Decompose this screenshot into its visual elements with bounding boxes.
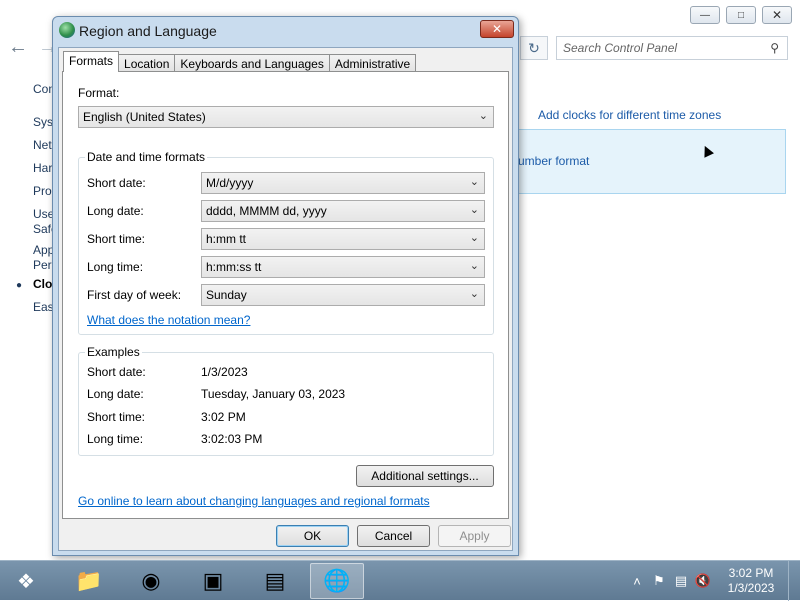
sidebar-item-hardware[interactable]: Har xyxy=(33,161,52,175)
short-date-label: Short date: xyxy=(87,176,146,190)
sticky-notes-icon[interactable]: ▣ xyxy=(186,563,240,599)
notation-help-link[interactable]: What does the notation mean? xyxy=(87,313,250,327)
active-bullet-icon: ● xyxy=(16,280,23,291)
chevron-down-icon: ⌄ xyxy=(469,260,479,272)
window-controls: — □ ✕ xyxy=(690,6,792,24)
first-day-label: First day of week: xyxy=(87,288,182,302)
dialog-body: Formats Location Keyboards and Languages… xyxy=(58,47,513,551)
search-input[interactable]: Search Control Panel ⚲ xyxy=(556,36,788,60)
online-learn-link[interactable]: Go online to learn about changing langua… xyxy=(78,494,430,508)
example-short-date-value: 1/3/2023 xyxy=(201,365,248,379)
example-long-time-label: Long time: xyxy=(87,432,144,446)
format-value: English (United States) xyxy=(83,110,206,124)
format-dropdown[interactable]: English (United States) ⌄ xyxy=(78,106,494,128)
show-hidden-icons-icon[interactable]: ˄ xyxy=(626,574,648,589)
examples-group: Examples Short date: 1/3/2023 Long date:… xyxy=(78,345,494,456)
region-language-icon[interactable]: 🌐 xyxy=(310,563,364,599)
first-day-value: Sunday xyxy=(206,288,247,302)
start-button[interactable]: ❖ xyxy=(6,565,46,597)
chevron-down-icon: ⌄ xyxy=(469,288,479,300)
ok-button[interactable]: OK xyxy=(276,525,349,547)
region-language-dialog: Region and Language ✕ Formats Location K… xyxy=(52,16,519,556)
tab-location[interactable]: Location xyxy=(118,54,176,72)
tab-keyboards-languages[interactable]: Keyboards and Languages xyxy=(174,54,330,72)
clock-time: 3:02 PM xyxy=(728,566,774,580)
dialog-title: Region and Language xyxy=(79,23,217,39)
minimize-button[interactable]: — xyxy=(690,6,720,24)
example-long-time-value: 3:02:03 PM xyxy=(201,432,263,446)
search-placeholder: Search Control Panel xyxy=(563,41,678,55)
example-short-time-value: 3:02 PM xyxy=(201,410,246,424)
maximize-button[interactable]: □ xyxy=(726,6,756,24)
example-long-date-label: Long date: xyxy=(87,387,144,401)
short-time-label: Short time: xyxy=(87,232,146,246)
format-label: Format: xyxy=(78,86,120,100)
tab-administrative[interactable]: Administrative xyxy=(328,54,417,72)
control-panel-icon[interactable]: ▤ xyxy=(248,563,302,599)
long-time-dropdown[interactable]: h:mm:ss tt ⌄ xyxy=(201,256,485,278)
date-time-formats-group: Date and time formats Short date: M/d/yy… xyxy=(78,150,494,335)
short-time-dropdown[interactable]: h:mm tt ⌄ xyxy=(201,228,485,250)
chevron-down-icon: ⌄ xyxy=(469,204,479,216)
sidebar-item-network[interactable]: Net xyxy=(33,138,52,152)
add-clocks-link[interactable]: Add clocks for different time zones xyxy=(538,108,721,122)
example-long-date-value: Tuesday, January 03, 2023 xyxy=(201,387,346,401)
show-desktop-button[interactable] xyxy=(788,561,800,601)
dialog-close-button[interactable]: ✕ xyxy=(480,20,514,38)
cancel-button[interactable]: Cancel xyxy=(357,525,430,547)
short-date-value: M/d/yyyy xyxy=(206,176,254,190)
sidebar-item-ease-of-access[interactable]: Eas xyxy=(33,300,54,314)
change-number-format-link[interactable]: umber format xyxy=(518,154,589,168)
tab-formats[interactable]: Formats xyxy=(63,51,120,72)
taskbar: ❖ 📁 ◉ ▣ ▤ 🌐 ˄ ⚑ ▤ 🔇 3:02 PM 1/3/2023 xyxy=(0,560,800,601)
long-date-dropdown[interactable]: dddd, MMMM dd, yyyy ⌄ xyxy=(201,200,485,222)
example-short-time-label: Short time: xyxy=(87,410,146,424)
action-center-flag-icon[interactable]: ⚑ xyxy=(648,573,670,589)
clock-date: 1/3/2023 xyxy=(727,581,775,595)
example-short-date-label: Short date: xyxy=(87,365,146,379)
long-date-value: dddd, MMMM dd, yyyy xyxy=(206,204,327,218)
file-explorer-icon[interactable]: 📁 xyxy=(62,563,116,599)
date-time-group-title: Date and time formats xyxy=(85,150,208,164)
examples-title: Examples xyxy=(85,345,142,359)
first-day-dropdown[interactable]: Sunday ⌄ xyxy=(201,284,485,306)
close-button[interactable]: ✕ xyxy=(762,6,792,24)
long-time-label: Long time: xyxy=(87,260,144,274)
globe-icon xyxy=(59,22,75,38)
short-date-dropdown[interactable]: M/d/yyyy ⌄ xyxy=(201,172,485,194)
chevron-down-icon: ⌄ xyxy=(478,110,488,122)
short-time-value: h:mm tt xyxy=(206,232,247,246)
volume-muted-icon[interactable]: 🔇 xyxy=(692,573,714,589)
search-icon[interactable]: ⚲ xyxy=(770,41,779,55)
refresh-button[interactable]: ↻ xyxy=(520,36,548,60)
firefox-icon[interactable]: ◉ xyxy=(124,563,178,599)
taskbar-clock[interactable]: 3:02 PM 1/3/2023 xyxy=(714,566,788,596)
tab-strip: Formats Location Keyboards and Languages… xyxy=(63,51,417,72)
chevron-down-icon: ⌄ xyxy=(469,176,479,188)
apply-button[interactable]: Apply xyxy=(438,525,511,547)
chevron-down-icon: ⌄ xyxy=(469,232,479,244)
network-icon[interactable]: ▤ xyxy=(670,573,692,589)
back-arrow-icon[interactable]: ← xyxy=(8,36,28,59)
dialog-titlebar[interactable]: Region and Language ✕ xyxy=(53,17,518,45)
additional-settings-button[interactable]: Additional settings... xyxy=(356,465,494,487)
long-date-label: Long date: xyxy=(87,204,144,218)
long-time-value: h:mm:ss tt xyxy=(206,260,262,274)
system-tray: ˄ ⚑ ▤ 🔇 3:02 PM 1/3/2023 xyxy=(626,561,800,601)
formats-panel: Format: English (United States) ⌄ Date a… xyxy=(62,71,509,519)
